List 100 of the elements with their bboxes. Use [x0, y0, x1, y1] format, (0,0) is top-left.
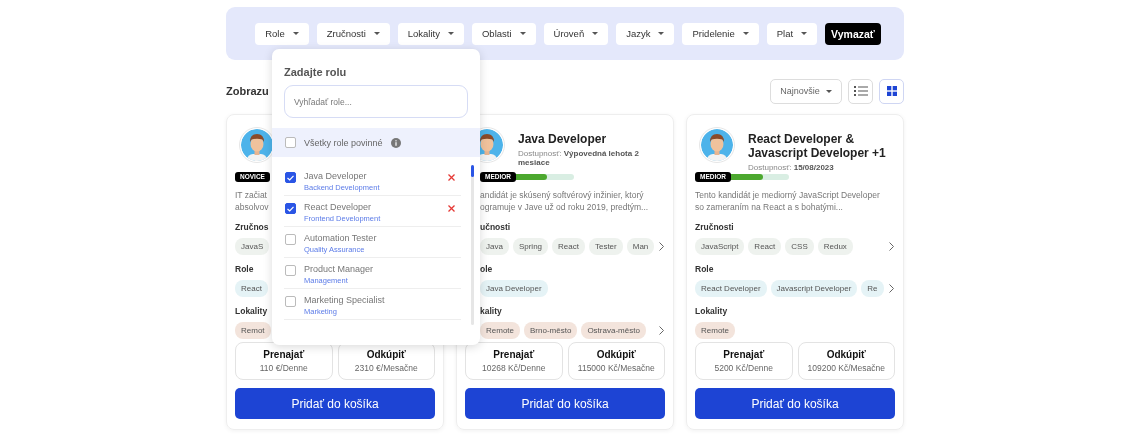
- skill-tag: React: [552, 238, 585, 256]
- checkbox-label: Všetky role povinné: [304, 137, 383, 148]
- skill-tag: JavaS: [235, 238, 270, 256]
- section-heading: kality: [480, 306, 502, 317]
- option-price: 109200 Kč/Mesačne: [807, 363, 885, 374]
- availability-text: Dostupnosť: 15/08/2023: [748, 163, 835, 172]
- option-price: 5200 Kč/Denne: [714, 363, 774, 374]
- option-price: 10268 Kč/Denne: [482, 363, 546, 374]
- location-tag: Ostrava-město: [581, 322, 646, 340]
- description: Tento kandidát je mediorný JavaScript Developer so zameraním na React a s bohatými...: [695, 189, 880, 214]
- info-icon: [390, 137, 401, 148]
- skill-tag: Tester: [588, 238, 623, 256]
- section-heading: učnosti: [480, 222, 511, 233]
- checkbox[interactable]: [285, 265, 296, 276]
- option-price: 2310 €/Mesačne: [354, 363, 418, 374]
- price-option[interactable]: Odkúpiť 115000 Kč/Mesačne: [567, 342, 665, 381]
- role-name: Automation Tester: [304, 233, 378, 243]
- skill-tag: JavaScript: [695, 238, 745, 256]
- option-label: Odkúpiť: [366, 349, 406, 361]
- section-heading: Lokality: [235, 306, 268, 317]
- caret-icon: [825, 89, 832, 93]
- check-icon: [287, 174, 294, 181]
- skill-tag: React: [748, 238, 782, 256]
- description: andidát je skúsený softvérový inžinier, ktorý ogramuje v Jave už od roku 2019, predtým...: [480, 189, 649, 214]
- checkbox[interactable]: [285, 137, 296, 148]
- add-to-cart-button[interactable]: Pridať do košíka: [465, 388, 665, 419]
- role-tag: Re: [861, 280, 884, 298]
- role-tag: Javascript Developer: [770, 280, 858, 298]
- caret-icon: [448, 32, 454, 35]
- checkbox[interactable]: [285, 203, 296, 214]
- location-tag: Remote: [695, 322, 735, 340]
- filter-dropdown[interactable]: Úroveň: [543, 22, 609, 45]
- option-label: Prenajať: [493, 349, 535, 361]
- price-option[interactable]: Odkúpiť 109200 Kč/Mesačne: [797, 342, 895, 381]
- filter-dropdown[interactable]: Role: [255, 22, 309, 45]
- chevron-right-icon[interactable]: [889, 284, 894, 294]
- skill-tag: Spring: [512, 238, 549, 256]
- clear-button[interactable]: Vymazať: [825, 22, 881, 45]
- skill-tag: Java: [480, 238, 509, 256]
- add-to-cart-button[interactable]: Pridať do košíka: [695, 388, 895, 419]
- search-field[interactable]: Vyhľadať role...: [284, 85, 468, 118]
- filter-dropdown[interactable]: Oblasti: [472, 22, 536, 45]
- option-label: Prenajať: [723, 349, 765, 361]
- checkbox[interactable]: [285, 296, 296, 307]
- chevron-right-icon[interactable]: [889, 242, 894, 252]
- role-name: Marketing Specialist: [304, 295, 386, 305]
- option-price: 115000 Kč/Mesačne: [577, 363, 655, 374]
- location-tag: Remote: [480, 322, 520, 340]
- role-name: Java Developer: [304, 171, 368, 181]
- role-name: React Developer: [304, 202, 373, 212]
- filter-dropdown[interactable]: Jazyk: [616, 22, 675, 45]
- skill-tag: Man: [626, 238, 655, 256]
- chevron-right-icon[interactable]: [659, 242, 665, 252]
- results-heading: Zobrazu: [226, 85, 269, 97]
- remove-icon: [448, 174, 455, 181]
- remove-icon: [448, 205, 455, 212]
- caret-icon: [658, 32, 665, 35]
- skill-tag: CSS: [785, 238, 814, 256]
- caret-icon: [292, 32, 299, 35]
- price-option[interactable]: Prenajať 5200 Kč/Denne: [695, 342, 793, 381]
- section-heading: Zručnos: [235, 222, 269, 233]
- availability-text: Dostupnosť: Výpovedná lehota 2 mesiace: [518, 149, 640, 167]
- list-icon: [853, 86, 868, 96]
- section-heading: Role: [695, 264, 714, 275]
- filter-dropdown[interactable]: Plat: [766, 22, 818, 45]
- filter-dropdown[interactable]: Lokality: [397, 22, 464, 45]
- card-title: React Developer & Javascript Developer +1: [748, 132, 887, 160]
- option-label: Odkúpiť: [596, 349, 636, 361]
- role-tag: React: [235, 280, 268, 298]
- checkbox[interactable]: [285, 172, 296, 183]
- grid-view-button[interactable]: [879, 78, 904, 104]
- section-heading: Zručnosti: [695, 222, 734, 233]
- filter-dropdown[interactable]: Pridelenie: [682, 22, 759, 45]
- caret-icon: [801, 32, 808, 35]
- sort-dropdown[interactable]: Najnovšie: [770, 78, 842, 104]
- caret-icon: [373, 32, 380, 35]
- caret-icon: [742, 32, 749, 35]
- add-to-cart-button[interactable]: Pridať do košíka: [235, 388, 435, 419]
- description: IT začiat absolvov: [235, 189, 269, 214]
- role-name: Product Manager: [304, 264, 375, 274]
- role-tag: Java Developer: [480, 280, 548, 298]
- checkbox[interactable]: [285, 234, 296, 245]
- check-icon: [287, 205, 294, 212]
- card-title: Java Developer: [518, 132, 608, 146]
- scrollbar-thumb[interactable]: [471, 165, 474, 177]
- caret-icon: [592, 32, 599, 35]
- role-tag: React Developer: [695, 280, 767, 298]
- option-price: 110 €/Denne: [259, 363, 308, 374]
- location-tag: Remot: [235, 322, 271, 340]
- avatar-icon: [699, 127, 735, 163]
- caret-icon: [519, 32, 526, 35]
- skill-tag: Redux: [817, 238, 853, 256]
- option-label: Prenajať: [263, 349, 305, 361]
- dropdown-title: Zadajte rolu: [284, 66, 348, 78]
- section-heading: Role: [235, 264, 254, 275]
- filter-dropdown[interactable]: Zručnosti: [316, 22, 390, 45]
- option-label: Odkúpiť: [826, 349, 866, 361]
- chevron-right-icon[interactable]: [659, 326, 664, 336]
- section-heading: Lokality: [695, 306, 728, 317]
- grid-icon: [886, 86, 897, 96]
